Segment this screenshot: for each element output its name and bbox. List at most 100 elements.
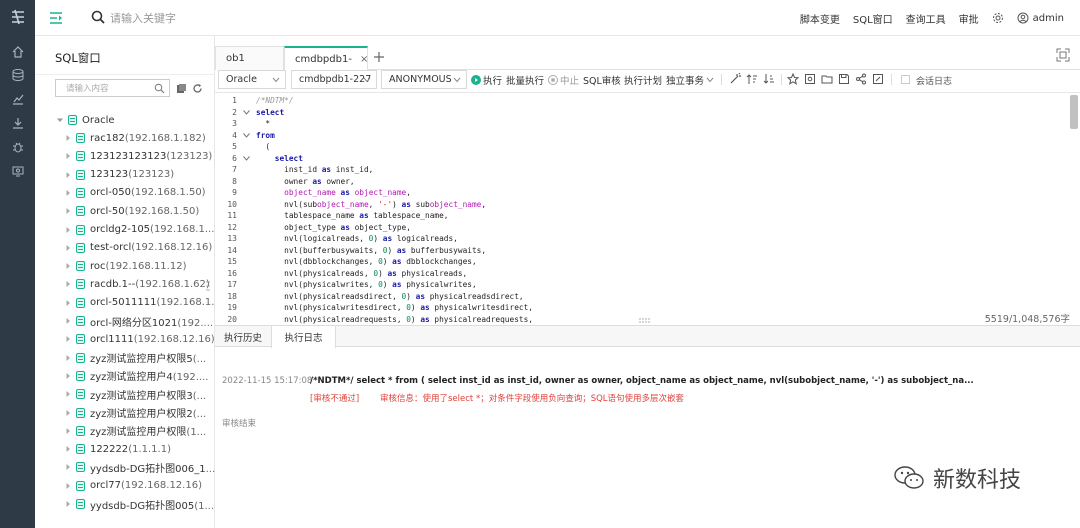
save-script-icon[interactable] [804, 73, 816, 85]
tree-node[interactable]: roc(192.168.11.12) [65, 258, 215, 274]
code-line[interactable]: inst_id as inst_id, [256, 164, 373, 176]
code-line[interactable]: object_type as object_type, [256, 222, 411, 234]
log-sql[interactable]: /*NDTM*/ select * from ( select inst_id … [310, 376, 974, 386]
tree-node[interactable]: orcl-网络分区1021(192.... [65, 313, 215, 329]
nav-sql-window[interactable]: SQL窗口 [853, 11, 893, 26]
code-line[interactable]: nvl(bufferbusywaits, 0) as bufferbusywai… [256, 245, 486, 257]
tree-root-oracle[interactable]: Oracle [57, 112, 115, 128]
resize-handle-icon[interactable] [639, 318, 651, 323]
copy-icon[interactable] [176, 83, 187, 94]
refresh-icon[interactable] [192, 83, 203, 94]
tree-node[interactable]: zyz测试监控用户权限5(... [65, 350, 215, 366]
fold-chevron-icon[interactable] [243, 133, 250, 138]
tree-node[interactable]: orcldg2-105(192.168.1.... [65, 222, 215, 238]
caret-right-icon[interactable] [65, 299, 71, 306]
tab-ob1[interactable]: ob1 [215, 46, 284, 70]
caret-right-icon[interactable] [65, 354, 71, 361]
caret-right-icon[interactable] [65, 446, 71, 453]
sidebar-search-icon[interactable] [154, 83, 165, 94]
instance-select[interactable]: cmdbpdb1-227 [291, 70, 377, 89]
sidebar-search-input[interactable] [66, 82, 156, 95]
tree-node[interactable]: yydsdb-DG拓扑图006_1... [65, 459, 215, 475]
caret-right-icon[interactable] [65, 501, 71, 507]
tree-node[interactable]: orcl-50(192.168.1.50) [65, 203, 215, 219]
db-type-select[interactable]: Oracle [218, 70, 286, 89]
logo-icon[interactable] [9, 8, 27, 26]
close-tab-icon[interactable]: × [360, 54, 368, 65]
tree-node[interactable]: 122222(1.1.1.1) [65, 441, 215, 457]
format-wand-icon[interactable] [729, 73, 741, 85]
download-icon[interactable] [11, 116, 25, 130]
exec-plan-button[interactable]: 执行计划 [624, 73, 662, 87]
nav-approval[interactable]: 审批 [959, 11, 979, 26]
stop-button[interactable]: 中止 [548, 73, 579, 87]
session-log-checkbox[interactable] [901, 75, 910, 84]
add-tab-icon[interactable] [373, 51, 385, 63]
tab-exec-history[interactable]: 执行历史 [215, 326, 271, 347]
caret-right-icon[interactable] [65, 372, 71, 379]
user-menu[interactable]: admin [1017, 12, 1064, 24]
code-line[interactable]: nvl(physicalreadsdirect, 0) as physicalr… [256, 291, 523, 303]
caret-right-icon[interactable] [65, 409, 71, 416]
code-line[interactable]: nvl(dbblockchanges, 0) as dbblockchanges… [256, 256, 477, 268]
caret-right-icon[interactable] [65, 336, 71, 343]
collapse-menu-icon[interactable] [48, 10, 64, 26]
tree-node[interactable]: zyz测试监控用户权限3(... [65, 386, 215, 402]
caret-right-icon[interactable] [65, 263, 71, 270]
caret-right-icon[interactable] [65, 281, 71, 288]
schema-select[interactable]: ANONYMOUS [381, 70, 467, 89]
batch-execute-button[interactable]: 批量执行 [506, 73, 544, 87]
save-icon[interactable] [838, 73, 850, 85]
code-line[interactable]: nvl(physicalwrites, 0) as physicalwrites… [256, 279, 477, 291]
settings-gear-icon[interactable] [992, 12, 1004, 24]
tab-cmdbpdb1[interactable]: cmdbpdb1- × [284, 46, 368, 71]
tree-node[interactable]: test-orcl(192.168.12.16) [65, 240, 215, 256]
code-line[interactable]: * [256, 118, 270, 130]
execute-button[interactable]: 执行 [471, 73, 502, 87]
code-line[interactable]: nvl(logicalreads, 0) as logicalreads, [256, 233, 458, 245]
open-folder-icon[interactable] [821, 73, 833, 85]
caret-down-icon[interactable] [57, 117, 63, 123]
nav-script-change[interactable]: 脚本变更 [800, 11, 840, 26]
caret-right-icon[interactable] [65, 464, 71, 471]
caret-right-icon[interactable] [65, 226, 71, 233]
fold-chevron-icon[interactable] [243, 110, 250, 115]
chart-icon[interactable] [11, 92, 25, 106]
tree-node[interactable]: zyz测试监控用户权限2(... [65, 405, 215, 421]
global-search-input[interactable] [110, 9, 310, 27]
caret-right-icon[interactable] [65, 427, 71, 434]
sql-audit-button[interactable]: SQL审核 [583, 73, 621, 87]
tree-node[interactable]: orcl77(192.168.12.16) [65, 478, 215, 494]
tree-node[interactable]: racdb.1--(192.168.1.62) [65, 276, 215, 292]
caret-right-icon[interactable] [65, 135, 71, 141]
tree-node[interactable]: yydsdb-DG拓扑图005(1... [65, 496, 215, 512]
editor-scrollbar[interactable] [1070, 95, 1078, 129]
bug-icon[interactable] [11, 140, 25, 154]
transaction-dropdown[interactable]: 独立事务 [666, 73, 714, 87]
share-icon[interactable] [855, 73, 867, 85]
home-icon[interactable] [11, 45, 25, 59]
caret-right-icon[interactable] [65, 391, 71, 398]
caret-right-icon[interactable] [65, 189, 71, 196]
code-line[interactable]: tablespace_name as tablespace_name, [256, 210, 448, 222]
code-line[interactable]: select [256, 107, 284, 119]
code-line[interactable]: nvl(subobject_name, '-') as subobject_na… [256, 199, 486, 211]
monitor-icon[interactable] [11, 164, 25, 178]
tree-node[interactable]: 123123(123123) [65, 167, 215, 183]
tree-node[interactable]: rac182(192.168.1.182) [65, 130, 215, 146]
tree-node[interactable]: orcl1111(192.168.12.16) [65, 331, 215, 347]
sort-asc-icon[interactable] [746, 73, 758, 85]
caret-right-icon[interactable] [65, 171, 71, 178]
tree-node[interactable]: zyz测试监控用户4(192.... [65, 368, 215, 384]
caret-right-icon[interactable] [65, 318, 71, 324]
code-line[interactable]: ( [256, 141, 270, 153]
caret-right-icon[interactable] [65, 208, 71, 215]
caret-right-icon[interactable] [65, 244, 71, 251]
tab-exec-log[interactable]: 执行日志 [271, 326, 336, 348]
nav-query-tool[interactable]: 查询工具 [906, 11, 946, 26]
tree-node[interactable]: orcl-5011111(192.168.1.... [65, 295, 215, 311]
fullscreen-icon[interactable] [1056, 48, 1070, 62]
tree-node[interactable]: zyz测试监控用户权限(1... [65, 423, 215, 439]
tree-node[interactable]: 123123123123(123123) [65, 148, 215, 164]
star-icon[interactable] [787, 73, 799, 85]
